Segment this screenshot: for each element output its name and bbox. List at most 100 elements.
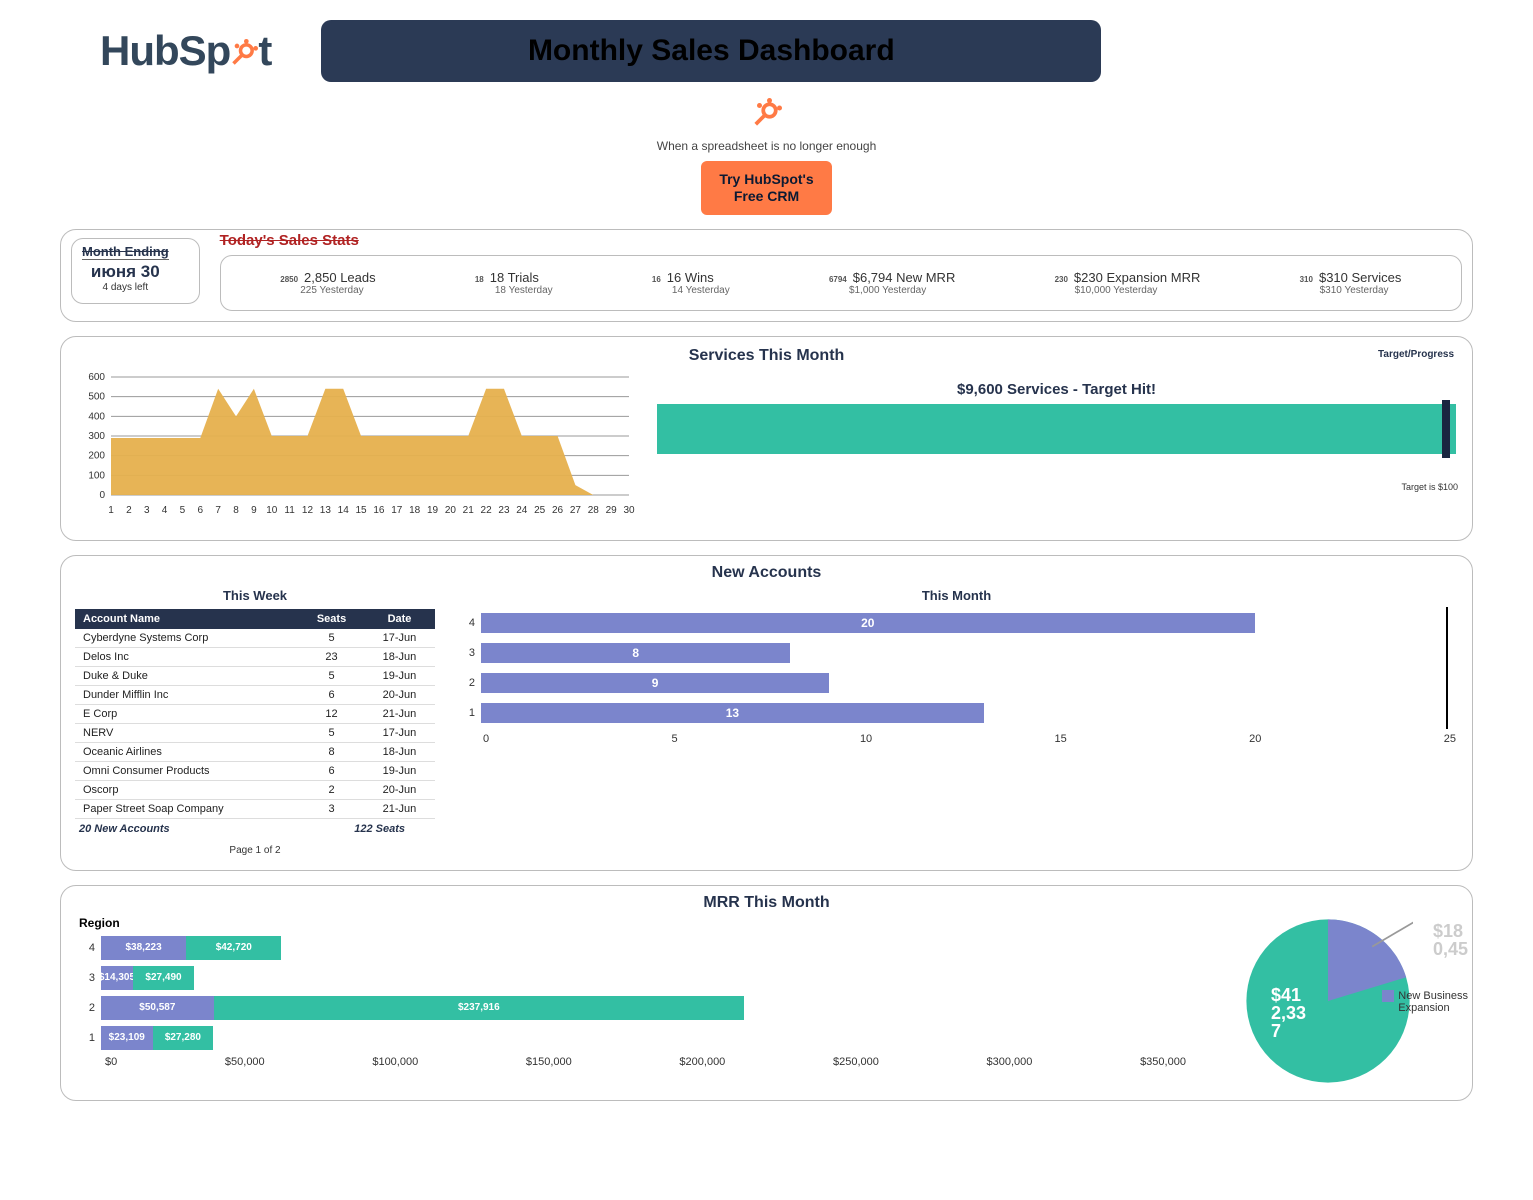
mrr-bar-row: 4 $38,223 $42,720 (75, 936, 1188, 960)
table-row: E Corp1221-Jun (75, 704, 435, 723)
mrr-bar-chart: Region 4 $38,223 $42,720 3 $14,305 $27,4… (75, 916, 1188, 1068)
table-row: Cyberdyne Systems Corp517-Jun (75, 629, 435, 648)
services-progress-title: $9,600 Services - Target Hit! (655, 381, 1458, 398)
svg-text:7: 7 (215, 505, 221, 516)
svg-text:16: 16 (373, 505, 385, 516)
svg-text:500: 500 (88, 391, 105, 402)
table-row: Delos Inc2318-Jun (75, 647, 435, 666)
svg-text:28: 28 (588, 505, 600, 516)
table-row: Paper Street Soap Company321-Jun (75, 799, 435, 818)
mrr-bar-row: 1 $23,109 $27,280 (75, 1026, 1188, 1050)
svg-text:20: 20 (445, 505, 457, 516)
col-seats: Seats (299, 609, 364, 629)
services-area-chart: 0100200300400500600123456789101112131415… (75, 371, 635, 526)
svg-text:29: 29 (606, 505, 618, 516)
services-progress: Target/Progress $9,600 Services - Target… (655, 371, 1458, 526)
mrr-panel: MRR This Month Region 4 $38,223 $42,720 … (60, 885, 1473, 1101)
accounts-footer-right: 122 Seats (354, 823, 405, 835)
svg-text:19: 19 (427, 505, 439, 516)
svg-text:10: 10 (266, 505, 278, 516)
svg-text:4: 4 (162, 505, 168, 516)
svg-text:6: 6 (198, 505, 204, 516)
accounts-footer-left: 20 New Accounts (79, 823, 170, 835)
accounts-bar-chart: This Month 4 20 3 8 2 9 1 13 0510152025 (455, 586, 1458, 856)
svg-text:300: 300 (88, 431, 105, 442)
new-accounts-title: New Accounts (75, 564, 1458, 582)
table-row: Dunder Mifflin Inc620-Jun (75, 685, 435, 704)
mrr-title: MRR This Month (75, 894, 1458, 912)
this-week-label: This Week (75, 588, 435, 603)
svg-text:17: 17 (391, 505, 403, 516)
table-row: Omni Consumer Products619-Jun (75, 761, 435, 780)
accounts-table: Account Name Seats Date Cyberdyne System… (75, 609, 435, 819)
svg-text:3: 3 (144, 505, 150, 516)
svg-text:0: 0 (99, 490, 105, 501)
stat-item: 6794$6,794 New MRR$1,000 Yesterday (829, 270, 955, 296)
services-panel: Services This Month 0 100 200 300 400 500 600 1… (60, 336, 1473, 541)
target-marker (1442, 400, 1450, 458)
sprocket-icon (230, 27, 258, 75)
accounts-table-wrap: This Week Account Name Seats Date Cyberd… (75, 586, 435, 856)
svg-text:23: 23 (498, 505, 510, 516)
new-accounts-panel: New Accounts This Week Account Name Seat… (60, 555, 1473, 871)
page-title: Monthly Sales Dashboard (321, 20, 1101, 82)
svg-text:15: 15 (356, 505, 368, 516)
svg-text:24: 24 (516, 505, 528, 516)
table-row: Oscorp220-Jun (75, 780, 435, 799)
svg-text:13: 13 (320, 505, 332, 516)
month-ending-daysleft: 4 days left (82, 282, 169, 293)
svg-text:8: 8 (233, 505, 239, 516)
svg-text:9: 9 (251, 505, 257, 516)
services-title: Services This Month (75, 347, 1458, 365)
svg-text:2: 2 (126, 505, 132, 516)
svg-text:12: 12 (302, 505, 314, 516)
col-account-name: Account Name (75, 609, 299, 629)
stat-item: 1616 Wins14 Yesterday (652, 270, 730, 296)
promo-tagline: When a spreadsheet is no longer enough (657, 139, 877, 153)
svg-text:14: 14 (338, 505, 350, 516)
pie-callout: $180,45 (1433, 922, 1468, 958)
try-crm-button[interactable]: Try HubSpot'sFree CRM (701, 161, 831, 215)
svg-text:25: 25 (534, 505, 546, 516)
accounts-page-indicator: Page 1 of 2 (75, 845, 435, 856)
table-row: Oceanic Airlines818-Jun (75, 742, 435, 761)
svg-text:27: 27 (570, 505, 582, 516)
svg-text:21: 21 (463, 505, 475, 516)
today-stats-label: Today's Sales Stats (220, 232, 1462, 249)
hubspot-logo: HubSp t (100, 27, 271, 75)
svg-text:30: 30 (623, 505, 635, 516)
svg-text:26: 26 (552, 505, 564, 516)
table-row: Duke & Duke519-Jun (75, 666, 435, 685)
stat-item: 1818 Trials18 Yesterday (475, 270, 553, 296)
month-ending-date: июня 30 (82, 262, 169, 282)
promo-block: When a spreadsheet is no longer enough T… (60, 98, 1473, 215)
stats-row: 28502,850 Leads225 Yesterday 1818 Trials1… (220, 255, 1462, 311)
stat-item: 28502,850 Leads225 Yesterday (280, 270, 375, 296)
stat-item: 310$310 Services$310 Yesterday (1300, 270, 1402, 296)
header: HubSp t Monthly Sales Dashboard (60, 0, 1473, 92)
svg-text:600: 600 (88, 372, 105, 383)
mrr-bar-row: 2 $50,587 $237,916 (75, 996, 1188, 1020)
hbar-row: 2 9 (455, 673, 1448, 693)
hbar-row: 3 8 (455, 643, 1448, 663)
hbar-row: 4 20 (455, 613, 1448, 633)
table-row: NERV517-Jun (75, 723, 435, 742)
svg-text:5: 5 (180, 505, 186, 516)
col-date: Date (364, 609, 435, 629)
region-label: Region (79, 916, 1188, 930)
svg-text:400: 400 (88, 411, 105, 422)
mrr-pie-chart: $180,45 $412,337 New Business Expansion (1198, 916, 1458, 1086)
svg-text:200: 200 (88, 450, 105, 461)
hbar-row: 1 13 (455, 703, 1448, 723)
svg-text:22: 22 (481, 505, 493, 516)
svg-text:100: 100 (88, 470, 105, 481)
sprocket-small-icon (752, 98, 782, 135)
svg-text:18: 18 (409, 505, 421, 516)
svg-text:11: 11 (284, 505, 295, 516)
month-ending-label: Month Ending (82, 244, 169, 260)
services-progress-bar (657, 404, 1456, 454)
svg-text:1: 1 (108, 505, 114, 516)
mrr-bar-row: 3 $14,305 $27,490 (75, 966, 1188, 990)
target-progress-label: Target/Progress (1378, 349, 1454, 360)
month-ending-box: Month Ending июня 30 4 days left (71, 238, 200, 304)
